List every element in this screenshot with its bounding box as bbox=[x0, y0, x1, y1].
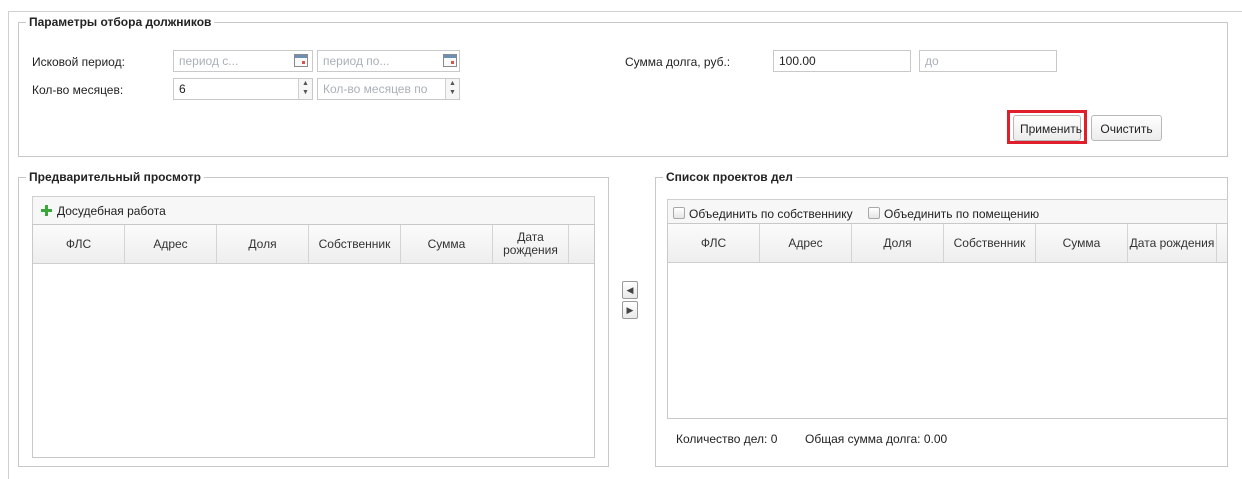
column-header-share[interactable]: Доля bbox=[217, 225, 309, 263]
calendar-icon[interactable] bbox=[443, 54, 457, 67]
spinner-icon[interactable]: ▲ ▼ bbox=[445, 79, 459, 99]
period-to-input[interactable]: период по... bbox=[317, 50, 460, 72]
column-header-sum[interactable]: Сумма bbox=[401, 225, 493, 263]
clear-button[interactable]: Очистить bbox=[1091, 115, 1162, 141]
column-header-birthdate[interactable]: Дата рождения bbox=[493, 225, 569, 263]
projects-grid-header: ФЛС Адрес Доля Собственник Сумма Дата ро… bbox=[668, 224, 1227, 263]
column-header-sum[interactable]: Сумма bbox=[1036, 224, 1128, 262]
period-from-input[interactable]: период с... bbox=[173, 50, 313, 72]
debt-from-input[interactable]: 100.00 bbox=[773, 50, 911, 72]
merge-owner-checkbox[interactable] bbox=[673, 207, 685, 219]
period-label: Исковой период: bbox=[32, 55, 125, 69]
preview-toolbar: Досудебная работа bbox=[32, 196, 595, 224]
spinner-icon[interactable]: ▲ ▼ bbox=[298, 79, 312, 99]
column-header-fls[interactable]: ФЛС bbox=[33, 225, 125, 263]
preview-grid: ФЛС Адрес Доля Собственник Сумма Дата ро… bbox=[32, 224, 595, 458]
total-debt: Общая сумма долга: 0.00 bbox=[805, 432, 948, 446]
apply-button[interactable]: Применить bbox=[1013, 115, 1082, 141]
column-header-owner[interactable]: Собственник bbox=[944, 224, 1036, 262]
preview-legend: Предварительный просмотр bbox=[29, 170, 201, 184]
debt-label: Сумма долга, руб.: bbox=[625, 55, 731, 69]
column-header-birthdate[interactable]: Дата рождения bbox=[1128, 224, 1217, 262]
column-header-owner[interactable]: Собственник bbox=[309, 225, 401, 263]
column-header-address[interactable]: Адрес bbox=[125, 225, 217, 263]
plus-icon[interactable] bbox=[41, 205, 52, 216]
column-header-address[interactable]: Адрес bbox=[760, 224, 852, 262]
filter-legend: Параметры отбора должников bbox=[29, 15, 212, 29]
merge-owner-label[interactable]: Объединить по собственнику bbox=[689, 207, 853, 221]
merge-room-checkbox[interactable] bbox=[868, 207, 880, 219]
projects-grid: ФЛС Адрес Доля Собственник Сумма Дата ро… bbox=[667, 223, 1228, 419]
projects-legend: Список проектов дел bbox=[666, 170, 793, 184]
months-label: Кол-во месяцев: bbox=[32, 83, 124, 97]
calendar-icon[interactable] bbox=[294, 54, 308, 67]
arrow-right-icon[interactable]: ▶ bbox=[622, 301, 638, 319]
cases-count: Количество дел: 0 bbox=[676, 432, 778, 446]
column-header-share[interactable]: Доля bbox=[852, 224, 944, 262]
pretrial-work-button[interactable]: Досудебная работа bbox=[57, 204, 166, 218]
column-header-fls[interactable]: ФЛС bbox=[668, 224, 760, 262]
arrow-left-icon[interactable]: ◀ bbox=[622, 281, 638, 299]
preview-grid-header: ФЛС Адрес Доля Собственник Сумма Дата ро… bbox=[33, 225, 594, 264]
months-input[interactable]: 6 bbox=[173, 78, 313, 100]
merge-room-label[interactable]: Объединить по помещению bbox=[884, 207, 1039, 221]
months-to-input[interactable]: Кол-во месяцев по bbox=[317, 78, 460, 100]
debt-to-input[interactable]: до bbox=[919, 50, 1057, 72]
